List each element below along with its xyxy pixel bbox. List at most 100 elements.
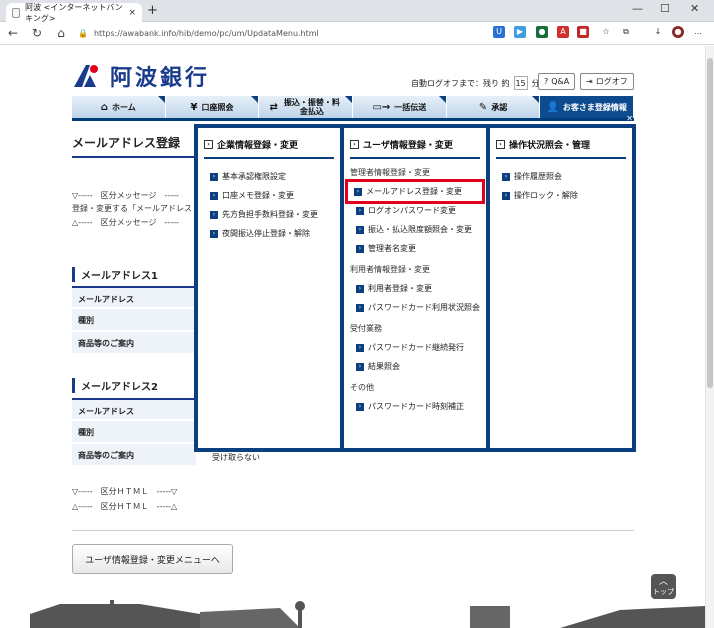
nav-corner — [438, 96, 446, 103]
collections-icon[interactable]: ⧉ — [620, 26, 632, 38]
nav-account-inquiry[interactable]: ¥ 口座照会 — [165, 96, 260, 118]
item-label: 口座メモ登録・変更 — [222, 191, 294, 200]
menu-item-email-registration[interactable]: › メールアドレス登録・変更 — [345, 179, 485, 204]
section-email2-title: メールアドレス2 — [72, 378, 158, 393]
menu-item-account-memo[interactable]: › 口座メモ登録・変更 — [204, 186, 334, 205]
city-skyline-illustration — [30, 600, 705, 628]
html-end: △----- 区分ＨＴＭＬ -----△ — [72, 502, 178, 511]
menu-item-password-card-status[interactable]: › パスワードカード利用状況照会 — [350, 298, 480, 317]
menu-column-company: › 企業情報登録・変更 › 基本承認権限設定 › 口座メモ登録・変更 › 先方負担手数料… — [198, 128, 340, 448]
row-info-value-2: 受け取らない — [212, 453, 260, 462]
extension-globe-icon[interactable]: ● — [536, 26, 548, 38]
dropdown-close-icon[interactable]: ✕ — [626, 114, 633, 123]
menu-group-reception: 受付業務 — [350, 324, 382, 333]
autologoff-count: 15 — [513, 76, 528, 90]
back-icon[interactable]: ← — [6, 26, 20, 40]
page-scrollbar[interactable] — [705, 46, 714, 628]
menu-item-night-transfer[interactable]: › 夜間振込停止登録・解除 — [204, 224, 334, 243]
nav-account-label: 口座照会 — [201, 102, 234, 112]
scrollbar-thumb[interactable] — [707, 58, 713, 388]
nav-transfer[interactable]: ⇄ 振込・振替・料金払込 — [259, 96, 354, 118]
menu-column-operations: › 操作状況照会・管理 › 操作履歴照会 › 操作ロック・解除 — [490, 128, 632, 448]
logoff-label: ログオフ — [595, 77, 628, 86]
extension-u-icon[interactable]: U — [493, 26, 505, 38]
close-window-icon[interactable]: ✕ — [690, 2, 699, 15]
house-icon: ⌂ — [100, 101, 109, 113]
chevron-right-icon: › — [356, 244, 364, 253]
nav-corner — [345, 96, 353, 103]
browser-tab[interactable]: 阿波 <インターネットバンキング> × — [6, 3, 142, 23]
message-start: ▽----- 区分メッセージ ----- — [72, 191, 179, 200]
bank-logo[interactable]: 阿波銀行 — [72, 60, 210, 92]
question-icon: ? — [544, 77, 549, 86]
home-icon[interactable]: ⌂ — [54, 26, 68, 40]
chevron-right-icon: › — [356, 343, 364, 352]
extension-red-icon[interactable]: ■ — [577, 26, 589, 38]
page-title: メールアドレス登録 — [72, 136, 181, 150]
chevron-right-icon: › — [356, 225, 364, 234]
download-icon[interactable]: ↓ — [652, 26, 664, 38]
back-to-menu-button[interactable]: ユーザ情報登録・変更メニューへ — [72, 544, 233, 574]
item-label: 先方負担手数料登録・変更 — [222, 210, 318, 219]
nav-approval[interactable]: ✎ 承認 — [446, 96, 541, 118]
row-email-label: メールアドレス — [72, 286, 196, 308]
lock-icon: 🔒 — [78, 29, 88, 38]
chevron-right-icon: › — [350, 140, 359, 149]
minimize-icon[interactable]: — — [632, 2, 643, 15]
chevron-up-icon: ︿ — [658, 577, 668, 587]
chevron-right-icon: › — [204, 140, 213, 149]
row-type-label: 種別 — [72, 309, 196, 331]
menu-item-transfer-limit[interactable]: › 振込・払込限度額照会・変更 — [350, 220, 480, 239]
menu-heading-company: › 企業情報登録・変更 — [204, 138, 334, 159]
logoff-button[interactable]: ⇥ ログオフ — [580, 73, 634, 90]
user-icon: 👤 — [546, 101, 559, 113]
menu-item-password-card-renewal[interactable]: › パスワードカード継続発行 — [350, 338, 480, 357]
menu-item-operation-history[interactable]: › 操作履歴照会 — [496, 167, 626, 186]
url-text: https://awabank.info/hib/demo/pc/um/Upda… — [93, 29, 319, 38]
section-email1-title: メールアドレス1 — [72, 267, 158, 282]
menu-item-fee-settings[interactable]: › 先方負担手数料登録・変更 — [204, 205, 334, 224]
extension-pdf-icon[interactable]: A — [557, 26, 569, 38]
menu-heading-user: › ユーザ情報登録・変更 — [350, 138, 480, 159]
nav-bulk[interactable]: ▭→ 一括伝送 — [353, 96, 447, 118]
menu-item-approval-settings[interactable]: › 基本承認権限設定 — [204, 167, 334, 186]
qa-button[interactable]: ? Q&A — [538, 73, 576, 90]
menu-item-user-registration[interactable]: › 利用者登録・変更 — [350, 279, 480, 298]
menu-item-operation-lock[interactable]: › 操作ロック・解除 — [496, 186, 626, 205]
nav-home[interactable]: ⌂ ホーム — [72, 96, 166, 118]
item-label: 管理者名変更 — [368, 244, 416, 253]
new-tab-icon[interactable]: + — [147, 3, 158, 18]
chevron-right-icon: › — [356, 362, 364, 371]
row-info-label: 商品等のご案内 — [72, 332, 196, 354]
item-label: ログオンパスワード変更 — [368, 206, 456, 215]
favicon-icon — [12, 7, 21, 18]
chevron-right-icon: › — [210, 172, 218, 181]
chevron-right-icon: › — [356, 303, 364, 312]
menu-dots-icon[interactable]: … — [692, 26, 704, 38]
heading-text: 企業情報登録・変更 — [217, 141, 299, 151]
menu-item-admin-name[interactable]: › 管理者名変更 — [350, 239, 480, 258]
approval-icon: ✎ — [478, 101, 488, 113]
menu-item-logon-password[interactable]: › ログオンパスワード変更 — [350, 201, 480, 220]
maximize-icon[interactable]: ☐ — [660, 2, 670, 15]
nav-customer-info[interactable]: 👤 お客さま登録情報 — [540, 96, 635, 118]
heading-text: ユーザ情報登録・変更 — [363, 141, 453, 151]
menu-item-password-card-time[interactable]: › パスワードカード時刻補正 — [350, 397, 480, 416]
menu-column-user: › ユーザ情報登録・変更 管理者情報登録・変更 › メールアドレス登録・変更 › ログ… — [344, 128, 486, 448]
profile-avatar[interactable]: ● — [672, 26, 684, 38]
row-email-label-2: メールアドレス — [72, 398, 196, 420]
nav-transfer-label: 振込・振替・料金払込 — [283, 98, 340, 116]
nav-home-label: ホーム — [112, 102, 136, 112]
chevron-right-icon: › — [356, 284, 364, 293]
chevron-right-icon: › — [502, 172, 510, 181]
favorites-icon[interactable]: ☆ — [600, 26, 612, 38]
yen-icon: ¥ — [190, 101, 198, 113]
reload-icon[interactable]: ↻ — [30, 26, 44, 40]
close-tab-icon[interactable]: × — [128, 8, 136, 18]
extension-arrow-icon[interactable]: ▶ — [514, 26, 526, 38]
message-text: 登録・変更する「メールアドレス — [72, 204, 192, 213]
chevron-right-icon: › — [356, 402, 364, 411]
item-label: 利用者登録・変更 — [368, 284, 432, 293]
address-bar[interactable]: 🔒 https://awabank.info/hib/demo/pc/um/Up… — [78, 25, 438, 42]
menu-item-result-inquiry[interactable]: › 結果照会 — [350, 357, 480, 376]
